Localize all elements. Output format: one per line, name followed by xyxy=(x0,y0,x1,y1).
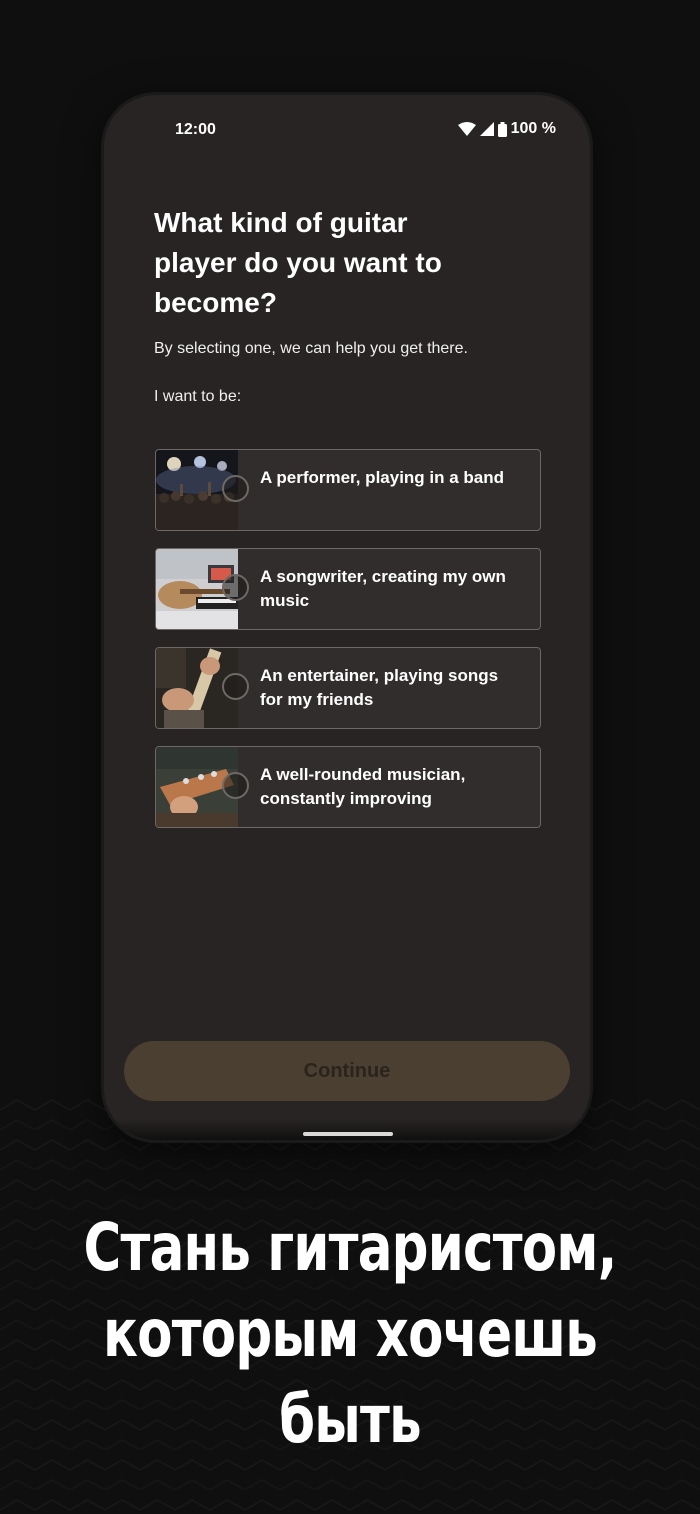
option-radio[interactable] xyxy=(222,574,249,601)
battery-icon xyxy=(497,121,507,137)
status-bar: 12:00 100 % xyxy=(104,95,590,165)
option-musician[interactable]: A well-rounded musician, constantly impr… xyxy=(155,746,541,828)
page-subtitle: By selecting one, we can help you get th… xyxy=(154,340,468,357)
option-songwriter[interactable]: A songwriter, creating my own music xyxy=(155,548,541,630)
battery-percent: 100 % xyxy=(510,120,556,137)
continue-button[interactable]: Continue xyxy=(124,1041,570,1101)
wifi-icon xyxy=(457,122,476,136)
option-list: A performer, playing in a band A songwri… xyxy=(155,449,541,845)
phone-frame: 12:00 100 % What kind of guitar player d… xyxy=(104,95,590,1140)
option-radio[interactable] xyxy=(222,475,249,502)
option-label: A well-rounded musician, constantly impr… xyxy=(260,765,466,808)
cell-signal-icon xyxy=(479,122,494,136)
phone-bottom-fade xyxy=(104,1120,590,1140)
page-title: What kind of guitar player do you want t… xyxy=(154,207,442,318)
status-time: 12:00 xyxy=(175,121,216,138)
option-label: An entertainer, playing songs for my fri… xyxy=(260,666,499,709)
option-radio[interactable] xyxy=(222,673,249,700)
status-icons: 100 % xyxy=(457,120,556,138)
selection-prompt: I want to be: xyxy=(154,388,242,405)
promo-tagline: Стань гитаристом, которым хочешь быть xyxy=(83,1209,618,1458)
option-entertainer[interactable]: An entertainer, playing songs for my fri… xyxy=(155,647,541,729)
option-label: A performer, playing in a band xyxy=(260,468,505,487)
option-label: A songwriter, creating my own music xyxy=(260,567,506,610)
option-performer[interactable]: A performer, playing in a band xyxy=(155,449,541,531)
option-radio[interactable] xyxy=(222,772,249,799)
home-indicator[interactable] xyxy=(303,1132,393,1136)
